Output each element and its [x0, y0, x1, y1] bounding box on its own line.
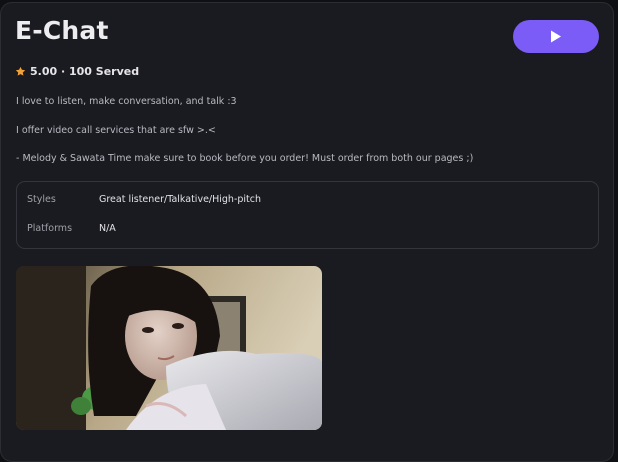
description-line: - Melody & Sawata Time make sure to book… [16, 153, 474, 164]
profile-card: E-Chat 5.00 · 100 Served I love to liste… [0, 2, 614, 462]
platforms-value: N/A [99, 223, 116, 234]
styles-label: Styles [27, 194, 56, 205]
description-line: I love to listen, make conversation, and… [16, 96, 237, 107]
details-panel: Styles Great listener/Talkative/High-pit… [16, 181, 599, 249]
play-button[interactable] [513, 20, 599, 53]
styles-value: Great listener/Talkative/High-pitch [99, 194, 262, 205]
rating-summary: 5.00 · 100 Served [15, 65, 139, 78]
description-line: I offer video call services that are sfw… [16, 125, 216, 136]
profile-name: E-Chat [15, 16, 109, 45]
profile-photo[interactable] [16, 266, 322, 430]
star-icon [15, 66, 26, 77]
play-icon [550, 30, 562, 43]
platforms-label: Platforms [27, 223, 73, 234]
rating-text: 5.00 · 100 Served [30, 65, 140, 78]
